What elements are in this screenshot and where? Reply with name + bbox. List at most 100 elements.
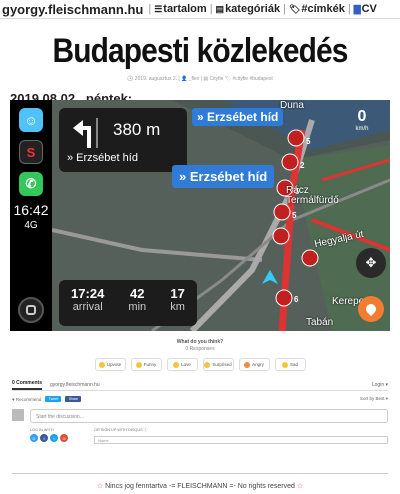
crosshair-icon: ✥ <box>365 255 377 270</box>
comment-input[interactable]: Start the discussion… <box>30 409 388 423</box>
turn-street: » Erzsébet híd <box>67 152 138 164</box>
login-with-label: LOG IN WITH <box>30 428 54 432</box>
love-emoji-icon <box>173 361 180 368</box>
signup-label: OR SIGN UP WITH DISQUS ⓘ <box>94 428 148 432</box>
guest-signup: OR SIGN UP WITH DISQUS ⓘ Name <box>94 428 388 444</box>
facebook-login-icon[interactable]: f <box>40 434 48 442</box>
upvote-emoji-icon <box>98 361 105 368</box>
disqus-comments: What do you think? 0 Responses Upvote Fu… <box>12 339 388 444</box>
comments-tabs: 0 Comments gyorgy.fleischmann.hu Login ▾ <box>12 379 388 391</box>
spotify-app-icon[interactable]: S <box>19 140 43 164</box>
clock: 16:42 <box>13 202 49 218</box>
jam-count: 6 <box>294 295 299 304</box>
comment-tools: ♥ Recommend Tweet Share Sort by Best ▾ <box>12 394 388 404</box>
turn-instruction-panel[interactable]: 380 m » Erzsébet híd <box>59 108 187 172</box>
eta-value: 42 <box>130 286 145 301</box>
nav-label: #címkék <box>301 3 345 15</box>
eta-minutes: 42 min <box>128 280 146 326</box>
share-button[interactable]: Share <box>65 396 82 402</box>
nav-item-cv[interactable]: ▇CV <box>354 3 377 15</box>
google-login-icon[interactable]: G <box>60 434 68 442</box>
street-banner-mid: » Erzsébet híd <box>172 165 275 188</box>
jam-count: 5 <box>292 211 297 220</box>
reaction-upvote[interactable]: Upvote <box>94 358 126 371</box>
turn-distance: 380 m <box>113 120 161 139</box>
angry-emoji-icon <box>244 361 251 368</box>
report-pin-icon <box>363 301 379 317</box>
eta-value: 17 <box>170 286 185 301</box>
nav-item-tartalom[interactable]: ☰tartalom <box>154 3 206 15</box>
phone-app-icon[interactable]: ✆ <box>19 172 43 196</box>
report-button[interactable] <box>358 296 384 322</box>
footer-text: Nincs jog fenntartva -= FLEISCHMANN =- N… <box>105 483 295 490</box>
twitter-login-icon[interactable]: t <box>50 434 58 442</box>
eta-unit: min <box>128 301 147 313</box>
waze-app-icon[interactable]: ☺ <box>19 108 43 132</box>
surprised-emoji-icon <box>204 361 211 368</box>
sad-emoji-icon <box>281 361 288 368</box>
disqus-login-icon[interactable]: D <box>30 434 38 442</box>
reaction-funny[interactable]: Funny <box>130 358 162 371</box>
reaction-question: What do you think? <box>176 339 224 345</box>
tag-icon: 🏷 <box>288 4 301 14</box>
nav-separator: | <box>209 3 213 15</box>
reaction-label: Upvote <box>106 362 122 367</box>
reaction-sad[interactable]: Sad <box>274 358 306 371</box>
star-icon: ☆ <box>96 483 104 490</box>
reaction-label: Surprised <box>212 362 232 367</box>
list-icon: ☰ <box>154 4 163 14</box>
map-label: Duna <box>280 100 304 111</box>
jam-count: 5 <box>306 137 311 146</box>
reaction-angry[interactable]: Angry <box>238 358 270 371</box>
nav-separator: | <box>347 3 351 15</box>
reactions-row: Upvote Funny Love Surprised Angry Sad <box>12 358 388 371</box>
star-icon: ☆ <box>296 483 304 490</box>
nav-label: CV <box>361 3 377 15</box>
turn-left-arrow-icon <box>73 118 98 148</box>
speed-value: 0 <box>357 108 367 125</box>
recommend-button[interactable]: ♥ Recommend <box>12 397 41 402</box>
tweet-button[interactable]: Tweet <box>45 396 62 402</box>
tab-site[interactable]: gyorgy.fleischmann.hu <box>50 382 100 388</box>
home-button[interactable] <box>18 297 44 323</box>
sort-dropdown[interactable]: Sort by Best ▾ <box>360 396 388 402</box>
social-buttons: D f t G <box>30 434 68 442</box>
nav-item-kategoriak[interactable]: ▤kategóriák <box>216 3 281 15</box>
eta-arrival: 17:24 arrival <box>71 280 104 326</box>
tab-comments[interactable]: 0 Comments <box>12 380 43 390</box>
site-link[interactable]: gyorgy.fleischmann.hu <box>2 2 143 17</box>
nav-separator: | <box>283 3 286 15</box>
footer-divider <box>12 473 388 474</box>
login-dropdown[interactable]: Login ▾ <box>372 382 388 388</box>
reaction-label: Funny <box>143 362 157 367</box>
eta-unit: km <box>170 301 185 313</box>
reaction-love[interactable]: Love <box>166 358 198 371</box>
carplay-screenshot: ☺ S ✆ 16:42 4G 5 2 5 5 6 380 m » Erzsébe… <box>10 100 390 331</box>
reaction-surprised[interactable]: Surprised <box>202 358 234 371</box>
nav-separator: | <box>148 3 152 15</box>
top-navigation: gyorgy.fleischmann.hu | ☰tartalom | ▤kat… <box>0 0 400 19</box>
funny-emoji-icon <box>135 361 142 368</box>
eta-distance: 17 km <box>170 280 185 326</box>
speedometer: 0 km/h <box>344 108 380 148</box>
page-title: Budapesti közlekedés <box>52 32 348 70</box>
reaction-label: Love <box>181 362 191 367</box>
recenter-button[interactable]: ✥ <box>356 248 386 278</box>
reaction-label: Angry <box>252 362 264 367</box>
nav-item-cimkek[interactable]: 🏷#címkék <box>289 3 345 15</box>
nav-label: tartalom <box>163 3 207 15</box>
footer: ☆ Nincs jog fenntartva -= FLEISCHMANN =-… <box>0 482 400 490</box>
jam-count: 2 <box>300 161 305 170</box>
home-icon <box>26 305 36 315</box>
carplay-sidebar: ☺ S ✆ 16:42 4G <box>10 100 52 331</box>
eta-panel[interactable]: 17:24 arrival 42 min 17 km <box>59 280 197 326</box>
reaction-label: Sad <box>289 362 298 367</box>
social-login: LOG IN WITH D f t G <box>30 428 68 444</box>
eta-value: 17:24 <box>71 286 105 301</box>
nav-label: kategóriák <box>225 3 281 15</box>
avatar <box>12 409 24 421</box>
map-label: Tabán <box>306 317 334 328</box>
name-field[interactable]: Name <box>94 436 388 444</box>
street-banner-top: » Erzsébet híd <box>192 108 284 126</box>
login-options: LOG IN WITH D f t G OR SIGN UP WITH DISQ… <box>30 428 388 444</box>
